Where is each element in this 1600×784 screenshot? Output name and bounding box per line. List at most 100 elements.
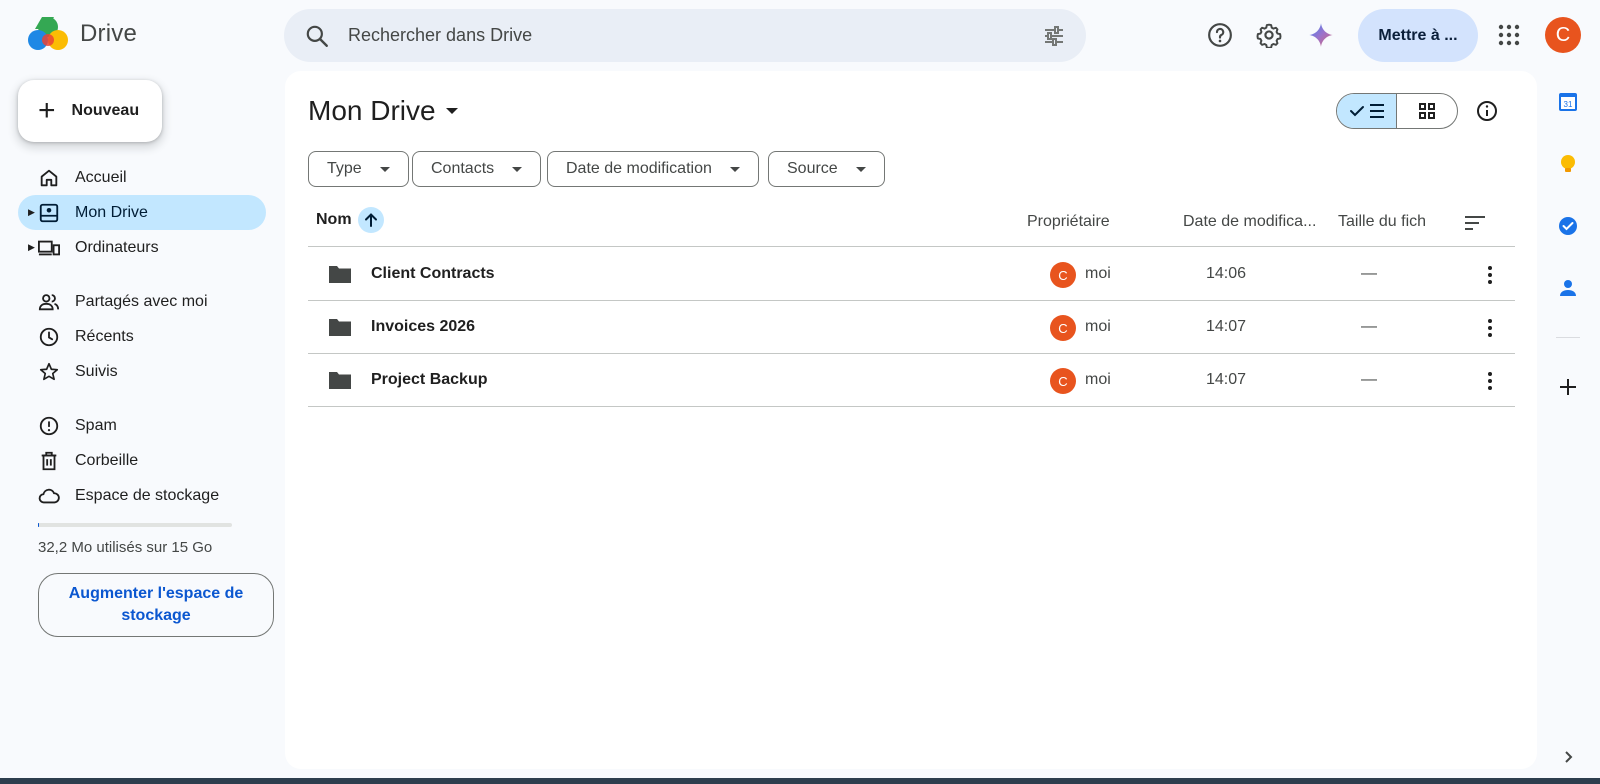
info-icon[interactable] [1475, 99, 1499, 123]
svg-text:31: 31 [1564, 100, 1573, 109]
sidebar-item-trash[interactable]: Corbeille [18, 443, 266, 478]
new-button-label: Nouveau [71, 102, 140, 119]
sidebar-item-label: Spam [75, 416, 117, 434]
add-addon-icon[interactable] [1556, 375, 1580, 399]
gemini-icon[interactable] [1307, 21, 1335, 49]
filter-modified-date[interactable]: Date de modification [547, 151, 759, 187]
settings-icon[interactable] [1255, 21, 1283, 49]
shared-icon [38, 294, 60, 311]
search-options-icon[interactable] [1042, 24, 1066, 48]
table-header: Nom Propriétaire Date de modifica... Tai… [308, 199, 1515, 247]
plus-icon: + [38, 94, 56, 127]
help-icon[interactable] [1206, 21, 1234, 49]
filter-label: Source [787, 160, 838, 177]
filter-contacts[interactable]: Contacts [412, 151, 542, 187]
owner-name: moi [1085, 318, 1111, 335]
spam-icon [39, 416, 59, 436]
apps-grid-icon[interactable] [1495, 21, 1523, 49]
drive-logo[interactable]: Drive [28, 16, 137, 52]
computers-icon [38, 240, 60, 256]
sidebar-item-label: Ordinateurs [75, 238, 159, 256]
sidebar-item-home[interactable]: Accueil [18, 160, 266, 195]
search-input[interactable]: Rechercher dans Drive [348, 25, 532, 46]
column-header-owner[interactable]: Propriétaire [1027, 213, 1110, 231]
file-name: Invoices 2026 [371, 318, 476, 335]
owner-name: moi [1085, 371, 1111, 388]
app-name: Drive [80, 20, 138, 47]
cloud-icon [38, 488, 60, 504]
window-frame-edge [0, 778, 1600, 784]
owner-avatar: C [1050, 262, 1076, 288]
tasks-icon[interactable] [1556, 214, 1580, 238]
top-bar: Drive Rechercher dans Drive Mettre à ... [0, 0, 1600, 70]
keep-icon[interactable] [1556, 152, 1580, 176]
file-size: — [1361, 265, 1377, 282]
column-header-modified[interactable]: Date de modifica... [1183, 213, 1316, 231]
page-title-text: Mon Drive [308, 95, 436, 126]
sidebar-item-shared[interactable]: Partagés avec moi [18, 284, 266, 319]
filter-label: Type [327, 160, 362, 177]
filter-type[interactable]: Type [308, 151, 409, 187]
table-row[interactable]: Invoices 2026 C moi 14:07 — [308, 301, 1515, 354]
column-header-name[interactable]: Nom [316, 207, 384, 233]
expand-arrow-icon[interactable]: ▶ [28, 207, 35, 218]
sidebar-item-storage[interactable]: Espace de stockage [18, 478, 266, 513]
owner-avatar: C [1050, 315, 1076, 341]
list-view-button[interactable] [1337, 94, 1398, 128]
main-panel: Mon Drive Type Contacts Date de modifica… [285, 71, 1537, 769]
table-row[interactable]: Project Backup C moi 14:07 — [308, 354, 1515, 407]
view-toggle [1336, 93, 1458, 129]
folder-icon [329, 266, 351, 283]
sidebar-item-label: Suivis [75, 362, 118, 380]
chevron-down-icon [379, 166, 390, 172]
sidebar-item-label: Corbeille [75, 451, 139, 469]
column-header-size[interactable]: Taille du fich [1338, 213, 1426, 231]
trash-icon [41, 451, 57, 471]
page-title[interactable]: Mon Drive [308, 95, 458, 127]
filter-label: Contacts [431, 160, 495, 177]
upgrade-button[interactable]: Mettre à ... [1358, 9, 1478, 62]
more-actions-icon[interactable] [1478, 316, 1502, 340]
sort-options-icon[interactable] [1463, 213, 1487, 233]
modified-date: 14:07 [1206, 318, 1247, 335]
sidebar-item-starred[interactable]: Suivis [18, 354, 266, 389]
folder-icon [329, 372, 351, 389]
more-actions-icon[interactable] [1478, 263, 1502, 287]
chevron-down-icon [729, 166, 740, 172]
home-icon [40, 169, 58, 187]
sidebar-item-spam[interactable]: Spam [18, 408, 266, 443]
get-more-storage-button[interactable]: Augmenter l'espace de stockage [38, 573, 274, 637]
storage-usage-bar [38, 523, 232, 527]
sidebar-item-computers[interactable]: ▶ Ordinateurs [18, 230, 266, 265]
new-button[interactable]: + Nouveau [18, 80, 162, 142]
grid-view-icon [1419, 103, 1435, 119]
chevron-right-icon[interactable] [1556, 745, 1580, 769]
my-drive-icon [39, 203, 59, 223]
star-icon [39, 362, 59, 381]
calendar-icon[interactable]: 31 [1556, 90, 1580, 114]
expand-arrow-icon[interactable]: ▶ [28, 242, 35, 253]
more-actions-icon[interactable] [1478, 369, 1502, 393]
modified-date: 14:06 [1206, 265, 1247, 282]
search-icon[interactable] [304, 23, 330, 49]
grid-view-button[interactable] [1397, 94, 1457, 128]
table-row[interactable]: Client Contracts C moi 14:06 — [308, 248, 1515, 301]
drive-logo-icon [28, 17, 68, 50]
file-name: Project Backup [371, 371, 488, 388]
sidebar-item-label: Mon Drive [75, 203, 148, 221]
title-dropdown-icon [445, 108, 458, 114]
sidebar-item-my-drive[interactable]: ▶ Mon Drive [18, 195, 266, 230]
contacts-icon[interactable] [1556, 276, 1580, 300]
rail-divider [1556, 337, 1580, 338]
sort-ascending-icon[interactable] [357, 207, 384, 233]
search-bar[interactable]: Rechercher dans Drive [284, 9, 1086, 62]
file-name: Client Contracts [371, 265, 495, 282]
column-header-name-label: Nom [316, 211, 352, 228]
sidebar-item-label: Partagés avec moi [75, 292, 208, 310]
storage-usage-text: 32,2 Mo utilisés sur 15 Go [38, 539, 213, 556]
account-avatar[interactable]: C [1545, 17, 1581, 53]
filter-source[interactable]: Source [768, 151, 885, 187]
storage-usage-fill [38, 523, 39, 527]
sidebar-item-recent[interactable]: Récents [18, 319, 266, 354]
modified-date: 14:07 [1206, 371, 1247, 388]
